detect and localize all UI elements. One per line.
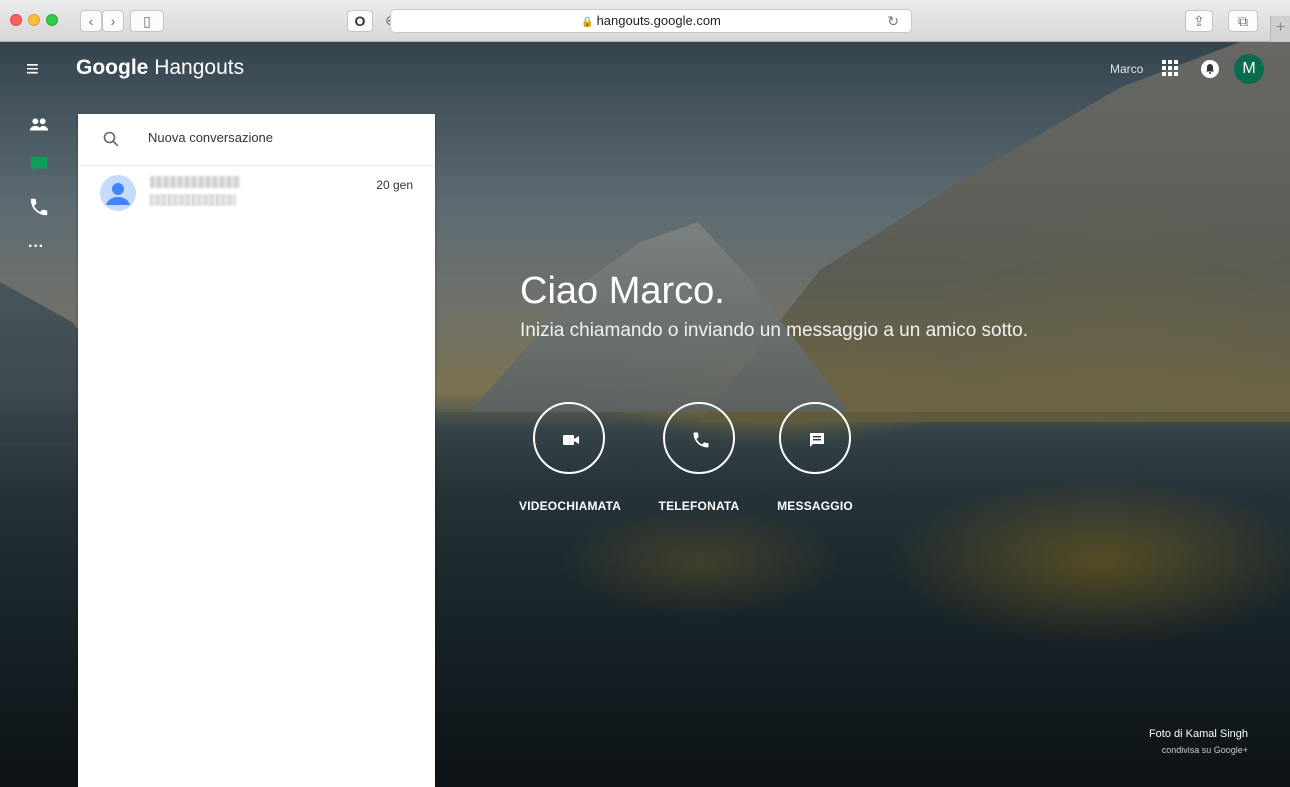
conversation-date: 20 gen — [376, 178, 413, 192]
phone-call-button[interactable]: TELEFONATA — [658, 402, 740, 513]
more-options-icon[interactable]: ··· — [28, 238, 50, 260]
logo-product: Hangouts — [154, 56, 245, 79]
message-label: MESSAGGIO — [777, 499, 853, 513]
menu-icon[interactable]: ≡ — [26, 58, 48, 80]
message-circle[interactable] — [779, 402, 851, 474]
phone-call-circle[interactable] — [663, 402, 735, 474]
user-name: Marco — [1110, 62, 1144, 76]
new-conversation-search — [78, 114, 435, 166]
minimize-window-button[interactable] — [28, 14, 40, 26]
video-call-button[interactable]: VIDEOCHIAMATA — [519, 402, 622, 513]
apps-grid-icon[interactable] — [1162, 60, 1178, 76]
phone-call-label: TELEFONATA — [658, 499, 740, 513]
close-window-button[interactable] — [10, 14, 22, 26]
left-rail: ≡ ··· — [0, 42, 78, 787]
tabs-overview-icon[interactable]: ⧉ — [1228, 10, 1258, 32]
message-preview-blurred: ██████████ — [150, 194, 236, 206]
video-call-circle[interactable] — [533, 402, 605, 474]
conversation-panel: ████████ ██████████ 20 gen — [78, 114, 435, 787]
back-button[interactable]: ‹ — [80, 10, 102, 32]
message-button[interactable]: MESSAGGIO — [776, 402, 854, 513]
photo-credit: Foto di Kamal Singh condivisa su Google+ — [1149, 728, 1248, 755]
video-call-label: VIDEOCHIAMATA — [519, 499, 622, 513]
contact-name-blurred: ████████ — [150, 176, 240, 188]
sidebar-toggle-icon[interactable]: ▯ — [130, 10, 164, 32]
url-text: hangouts.google.com — [596, 13, 721, 28]
conversation-item[interactable]: ████████ ██████████ 20 gen — [78, 166, 435, 222]
notifications-icon[interactable] — [1201, 60, 1219, 78]
photo-credit-source[interactable]: condivisa su Google+ — [1149, 745, 1248, 755]
app-logo: Google Hangouts — [76, 56, 244, 80]
share-icon[interactable]: ⇪ — [1185, 10, 1213, 32]
address-bar[interactable]: 🔒 hangouts.google.com ↻ — [390, 9, 912, 33]
video-camera-icon — [563, 435, 579, 445]
welcome-subtitle: Inizia chiamando o inviando un messaggio… — [520, 320, 1029, 341]
account-avatar[interactable]: M — [1234, 54, 1264, 84]
hangouts-page: ≡ ··· Google Hangouts Marco M █ — [0, 42, 1290, 787]
conversations-icon[interactable] — [28, 152, 50, 174]
reload-icon[interactable]: ↻ — [887, 10, 899, 32]
browser-toolbar: ‹ › ▯ O ⊕ 🔒hangouts.google.com ↻ ⇪ ⧉ + — [0, 0, 1290, 42]
new-tab-button[interactable]: + — [1270, 16, 1290, 42]
search-icon — [102, 130, 120, 148]
phone-calls-icon[interactable] — [28, 196, 50, 218]
lock-icon: 🔒 — [581, 17, 594, 28]
message-icon — [810, 433, 824, 447]
opera-extension-icon[interactable]: O — [347, 10, 373, 32]
forward-button[interactable]: › — [102, 10, 124, 32]
welcome-title: Ciao Marco. — [520, 270, 725, 312]
contact-avatar — [100, 175, 136, 211]
photo-credit-author: Foto di Kamal Singh — [1148, 728, 1248, 740]
search-input[interactable] — [148, 130, 408, 145]
contacts-icon[interactable] — [28, 114, 50, 136]
phone-icon — [693, 432, 709, 448]
logo-google: Google — [76, 56, 149, 79]
zoom-window-button[interactable] — [46, 14, 58, 26]
